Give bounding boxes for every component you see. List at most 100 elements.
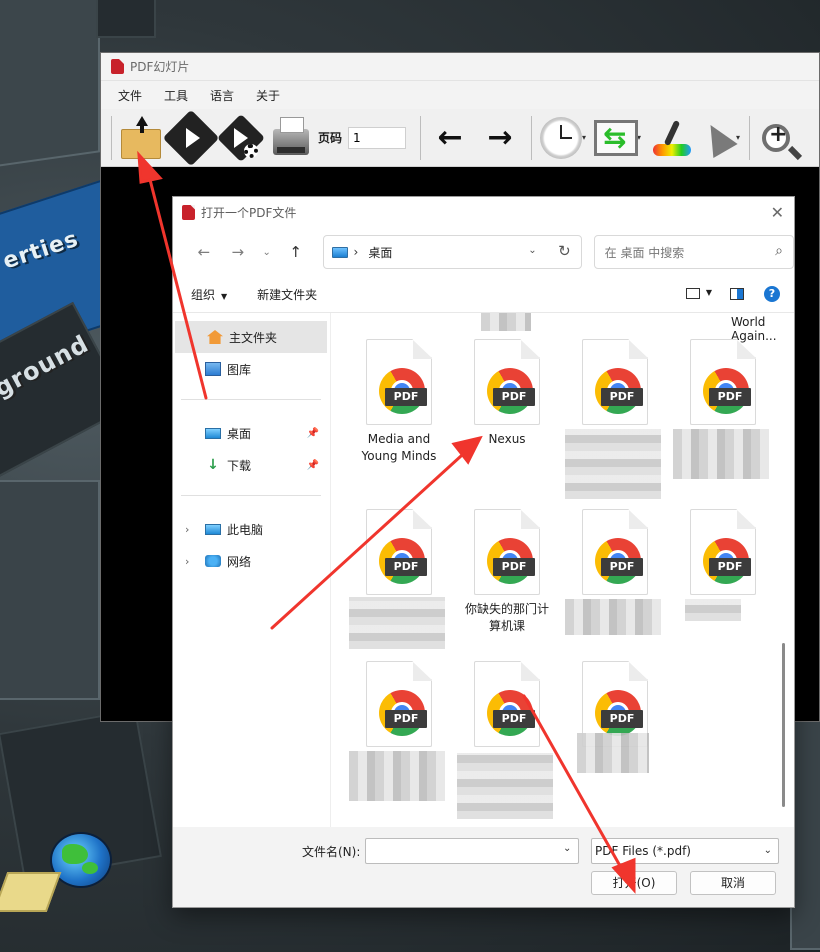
computer-icon — [205, 523, 221, 535]
preview-pane-icon[interactable] — [730, 288, 744, 300]
zoom-in-icon — [762, 122, 791, 152]
folder-icon — [0, 872, 62, 912]
menu-about[interactable]: 关于 — [245, 87, 291, 104]
blurred-file-label — [457, 753, 553, 819]
pdf-file-icon: PDF — [582, 509, 648, 595]
breadcrumb-separator[interactable]: › — [354, 245, 359, 259]
toolbar-divider — [749, 115, 751, 160]
file-item[interactable]: PDF — [459, 661, 555, 753]
file-type-select[interactable]: PDF Files (*.pdf) ⌄ — [591, 838, 779, 864]
file-item[interactable]: PDF — [675, 509, 771, 601]
vertical-scrollbar[interactable] — [782, 643, 785, 807]
color-picker-button[interactable] — [646, 112, 696, 164]
page-fold-icon — [413, 662, 432, 681]
breadcrumb-desktop[interactable]: 桌面 — [368, 244, 392, 261]
blurred-file-label — [349, 597, 445, 649]
pdf-badge: PDF — [385, 388, 427, 406]
view-mode-icon[interactable] — [686, 288, 700, 299]
zoom-in-button[interactable] — [754, 112, 798, 164]
file-item[interactable]: PDF — [567, 339, 663, 431]
cancel-button[interactable]: 取消 — [690, 871, 776, 895]
chevron-down-icon[interactable]: ▼ — [706, 288, 712, 297]
blurred-file-label — [577, 733, 649, 773]
refresh-icon[interactable]: ↻ — [558, 242, 571, 260]
file-name: Media and Young Minds — [361, 432, 437, 463]
sidebar-item-network[interactable]: › 网络 — [173, 545, 329, 577]
back-arrow-icon[interactable]: ← — [187, 243, 221, 261]
sidebar-item-label: 网络 — [227, 554, 252, 569]
chevron-right-icon[interactable]: › — [185, 555, 189, 568]
sidebar-item-desktop[interactable]: 桌面 📌 — [173, 417, 329, 449]
help-icon[interactable]: ? — [764, 286, 780, 302]
address-bar[interactable]: › 桌面 ⌄ ↻ — [322, 235, 582, 269]
transition-button[interactable] — [591, 112, 641, 164]
sidebar-item-gallery[interactable]: 图库 — [173, 353, 329, 385]
forward-arrow-icon[interactable]: → — [221, 243, 255, 261]
pdf-badge: PDF — [709, 388, 751, 406]
timer-button[interactable] — [536, 112, 586, 164]
search-icon[interactable]: ⌕ — [775, 243, 783, 259]
desktop-monitor-icon — [331, 246, 348, 258]
menu-tools[interactable]: 工具 — [153, 87, 199, 104]
search-placeholder: 在 桌面 中搜索 — [604, 245, 685, 260]
pin-icon[interactable]: 📌 — [307, 428, 319, 439]
dialog-titlebar: 打开一个PDF文件 ✕ — [173, 197, 794, 227]
open-folder-icon — [121, 115, 161, 159]
file-item[interactable]: PDF — [675, 339, 771, 431]
page-number-input[interactable] — [348, 126, 407, 149]
page-fold-icon — [413, 510, 432, 529]
search-input[interactable]: 在 桌面 中搜索 ⌕ — [593, 235, 794, 269]
chevron-down-icon[interactable]: ⌄ — [528, 245, 536, 256]
open-button[interactable]: 打开(O) — [591, 871, 677, 895]
sidebar-item-this-pc[interactable]: › 此电脑 — [173, 513, 329, 545]
recent-locations-chevron-icon[interactable]: ⌄ — [255, 247, 279, 258]
file-type-value: PDF Files (*.pdf) — [595, 844, 691, 858]
pointer-button[interactable] — [696, 112, 740, 164]
file-item[interactable]: PDF Media and Young Minds — [351, 339, 447, 465]
next-page-button[interactable]: → — [475, 112, 525, 164]
pdf-file-icon: PDF — [690, 339, 756, 425]
pdf-file-icon: PDF — [474, 339, 540, 425]
sidebar-item-label: 图库 — [227, 362, 252, 377]
file-item[interactable]: PDF Nexus — [459, 339, 555, 448]
page-fold-icon — [521, 510, 540, 529]
dialog-body: 主文件夹 图库 桌面 📌 ↓ 下载 📌 › 此电脑 › 网络 World Aga… — [173, 313, 794, 827]
toolbar: 页码 ← → ▾ ▾ ▾ — [101, 109, 819, 167]
sidebar-divider — [181, 399, 321, 400]
play-settings-button[interactable] — [216, 112, 266, 164]
file-item[interactable]: PDF 你缺失的那门计算机课 — [459, 509, 555, 635]
page-fold-icon — [521, 662, 540, 681]
filename-input[interactable] — [365, 838, 579, 864]
pin-icon[interactable]: 📌 — [307, 460, 319, 471]
previous-page-button[interactable]: ← — [425, 112, 475, 164]
print-button[interactable] — [266, 112, 316, 164]
pdf-badge: PDF — [601, 558, 643, 576]
menu-file[interactable]: 文件 — [107, 87, 153, 104]
organize-label: 组织 — [191, 288, 216, 302]
file-item[interactable]: PDF — [351, 509, 447, 601]
chevron-down-icon: ▼ — [221, 292, 228, 301]
arrow-left-icon: ← — [437, 119, 463, 155]
open-file-button[interactable] — [116, 112, 166, 164]
dialog-navigation-bar: ← → ⌄ ↑ › 桌面 ⌄ ↻ 在 桌面 中搜索 ⌕ — [173, 227, 794, 277]
menu-language[interactable]: 语言 — [199, 87, 245, 104]
organize-button[interactable]: 组织 ▼ — [191, 286, 227, 303]
sidebar-item-home[interactable]: 主文件夹 — [175, 321, 327, 353]
play-button[interactable] — [162, 109, 220, 166]
gear-icon — [244, 143, 258, 158]
filename-label: 文件名(N): — [302, 845, 361, 859]
pdf-badge: PDF — [493, 558, 535, 576]
up-arrow-icon[interactable]: ↑ — [279, 243, 313, 261]
dialog-title: 打开一个PDF文件 — [201, 205, 297, 220]
chevron-right-icon[interactable]: › — [185, 523, 189, 536]
sidebar-item-downloads[interactable]: ↓ 下载 📌 — [173, 449, 329, 481]
chevron-down-icon[interactable]: ⌄ — [563, 843, 571, 854]
new-folder-button[interactable]: 新建文件夹 — [257, 286, 317, 303]
dialog-footer: 文件名(N): ⌄ PDF Files (*.pdf) ⌄ 打开(O) 取消 — [173, 827, 794, 907]
navigation-pane: 主文件夹 图库 桌面 📌 ↓ 下载 📌 › 此电脑 › 网络 — [173, 313, 331, 827]
file-item[interactable]: PDF — [351, 661, 447, 753]
file-item[interactable]: PDF — [567, 509, 663, 601]
sidebar-item-label: 桌面 — [227, 426, 252, 441]
close-icon[interactable]: ✕ — [771, 203, 784, 222]
blurred-file-label — [481, 313, 531, 331]
